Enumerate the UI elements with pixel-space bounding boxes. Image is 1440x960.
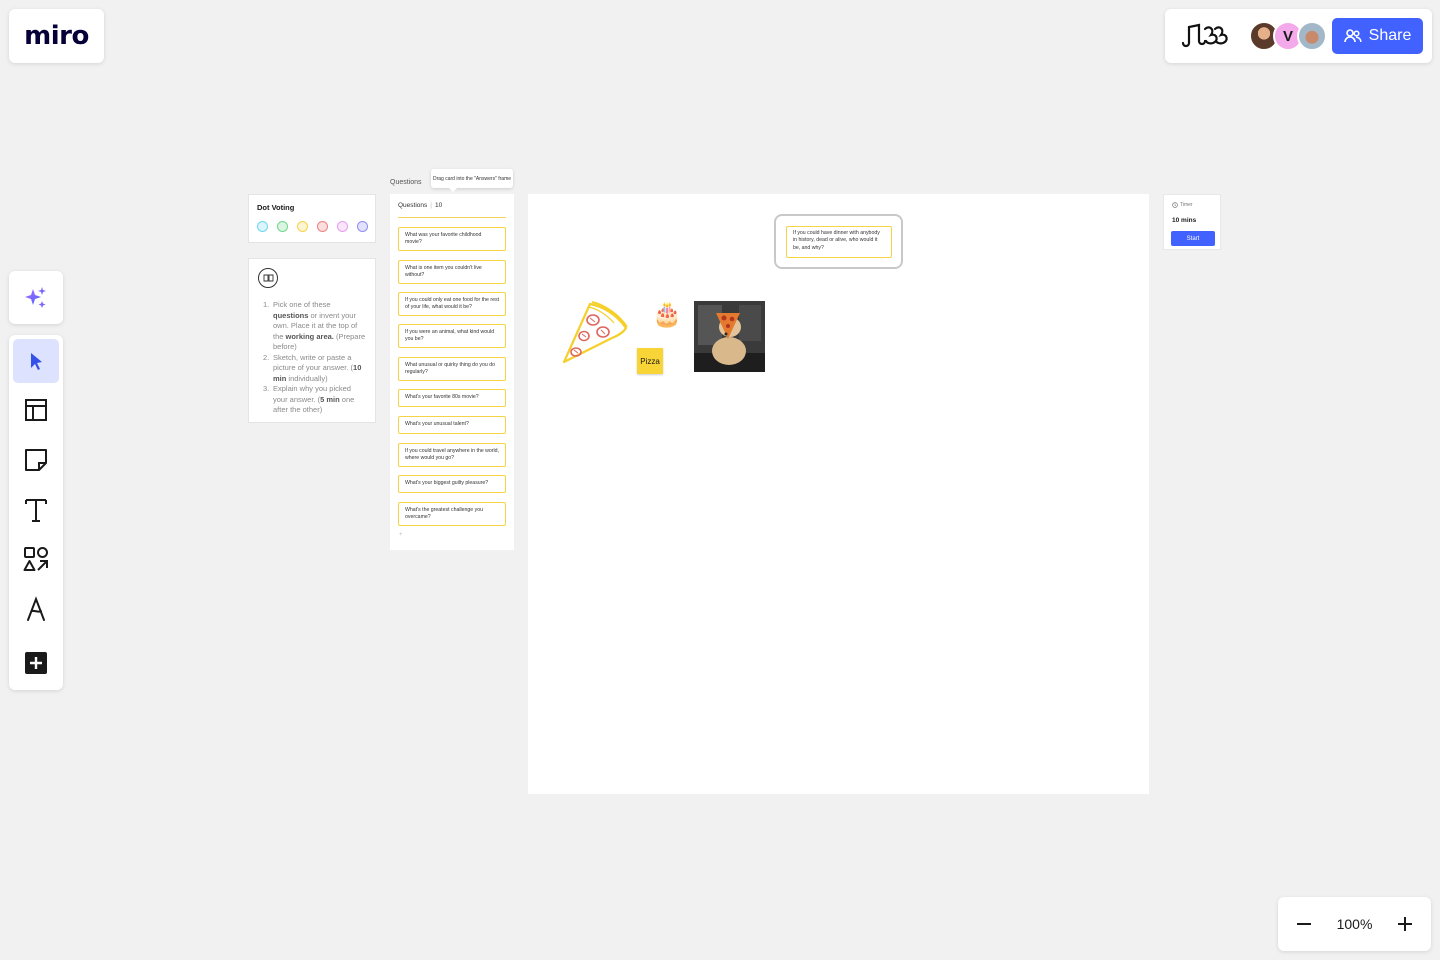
top-right-panel: V Share: [1165, 9, 1432, 63]
questions-frame: Questions | 10 What was your favorite chil…: [390, 194, 514, 550]
instruction-text: individually): [286, 373, 328, 383]
questions-count: 10: [434, 202, 443, 209]
frame-label[interactable]: Questions: [390, 179, 422, 186]
timer-label-text: Timer: [1180, 202, 1193, 208]
question-card-text: If you could travel anywhere in the worl…: [405, 447, 500, 461]
question-card-text: What was your favorite childhood movie?: [405, 231, 482, 245]
timer-value: 10 mins: [1172, 217, 1197, 224]
question-card[interactable]: If you could only eat one food for the r…: [398, 292, 506, 316]
left-toolbar: [9, 335, 63, 690]
pen-icon: [27, 596, 45, 621]
timer-label: Timer: [1172, 202, 1193, 208]
questions-header: Questions | 10: [398, 202, 443, 209]
answer-question-slot[interactable]: If you could have dinner with anybody in…: [774, 214, 903, 269]
instruction-emphasis: working area.: [285, 331, 334, 341]
question-card[interactable]: If you were an animal, what kind would y…: [398, 324, 506, 348]
templates-icon: [25, 399, 47, 421]
timer-start-button[interactable]: Start: [1171, 231, 1215, 246]
miro-logo[interactable]: miro: [9, 9, 104, 63]
clock-icon: [1172, 202, 1178, 208]
instruction-number: 2.: [263, 352, 270, 362]
instruction-text: Pick one of these: [273, 300, 331, 309]
dot-voting-card[interactable]: Dot Voting: [248, 194, 376, 243]
questions-header-title: Questions: [398, 202, 428, 209]
question-card-text: What unusual or quirky thing do you do r…: [405, 361, 495, 375]
question-card[interactable]: What is one item you couldn't live witho…: [398, 260, 506, 284]
minus-icon: [1297, 923, 1311, 925]
avatar[interactable]: [1297, 21, 1327, 51]
question-card[interactable]: What's your favorite 80s movie?: [398, 389, 506, 407]
select-tool[interactable]: [13, 339, 59, 383]
zoom-in-button[interactable]: [1393, 912, 1417, 936]
add-more-tool[interactable]: [13, 641, 59, 685]
dot-voting-title: Dot Voting: [257, 203, 295, 212]
question-card-text: What is one item you couldn't live witho…: [405, 264, 482, 278]
cake-emoji[interactable]: 🎂: [652, 301, 682, 329]
text-tool[interactable]: [13, 488, 59, 532]
sparkles-icon: [25, 286, 46, 308]
vote-dot[interactable]: [317, 221, 328, 232]
text-icon: [25, 499, 47, 522]
shapes-tool[interactable]: [13, 537, 59, 581]
question-card-text: If you were an animal, what kind would y…: [405, 328, 495, 342]
question-card[interactable]: What's your unusual talent?: [398, 416, 506, 434]
instruction-emphasis: questions: [273, 310, 309, 320]
add-card-button[interactable]: +: [399, 532, 403, 538]
ai-assist-button[interactable]: [9, 271, 63, 324]
instruction-number: 1.: [263, 300, 270, 309]
question-card-text: What's your unusual talent?: [405, 421, 469, 428]
pizza-sketch-image[interactable]: [560, 298, 630, 364]
question-card-text: If you could only eat one food for the r…: [405, 296, 500, 310]
zoom-out-button[interactable]: [1292, 912, 1316, 936]
question-card[interactable]: What's your biggest guilty pleasure?: [398, 475, 506, 493]
select-cursor-icon: [31, 353, 42, 370]
vote-dot[interactable]: [357, 221, 368, 232]
sticky-note[interactable]: Pizza: [637, 348, 663, 374]
board-scribble-icon[interactable]: [1179, 21, 1231, 51]
pen-tool[interactable]: [13, 587, 59, 631]
instruction-item: 2. Sketch, write or paste a picture of yo…: [263, 353, 367, 385]
shapes-icon: [23, 547, 48, 571]
sticky-note-icon: [25, 449, 47, 471]
timer-widget[interactable]: Timer 10 mins Start: [1163, 194, 1221, 250]
question-card[interactable]: What's the greatest challenge you overca…: [398, 502, 506, 526]
question-card-text: What's your favorite 80s movie?: [405, 394, 479, 401]
question-card[interactable]: If you could have dinner with anybody in…: [786, 226, 892, 258]
instructions-card[interactable]: 1. Pick one of these questions or invent …: [248, 258, 376, 423]
add-more-icon: [25, 652, 47, 674]
drag-tooltip: Drag card into the "Answers" frame: [431, 169, 513, 192]
dog-photo[interactable]: [694, 301, 765, 372]
instruction-item: 3. Explain why you picked your answer. (5…: [263, 384, 367, 416]
answers-frame[interactable]: If you could have dinner with anybody in…: [528, 194, 1149, 794]
header-divider: [398, 217, 506, 218]
zoom-level[interactable]: 100%: [1337, 916, 1373, 932]
question-card-text: What's your biggest guilty pleasure?: [405, 480, 489, 487]
users-icon: [1343, 29, 1362, 43]
sticky-note-tool[interactable]: [13, 438, 59, 482]
vote-dot[interactable]: [337, 221, 348, 232]
logo-text: miro: [24, 21, 89, 51]
instruction-text: Sketch, write or paste a picture of your…: [273, 352, 354, 373]
question-card[interactable]: What was your favorite childhood movie?: [398, 227, 506, 251]
instruction-item: 1. Pick one of these questions or invent …: [263, 300, 367, 353]
book-icon: [258, 268, 278, 288]
share-label: Share: [1368, 27, 1412, 44]
instruction-number: 3.: [263, 384, 270, 393]
vote-dot[interactable]: [277, 221, 288, 232]
plus-icon: [1398, 917, 1412, 931]
question-card[interactable]: What unusual or quirky thing do you do r…: [398, 357, 506, 381]
instructions-list: 1. Pick one of these questions or invent …: [263, 300, 367, 416]
question-card-text: What's the greatest challenge you overca…: [405, 506, 483, 520]
vote-dot[interactable]: [297, 221, 308, 232]
zoom-controls: 100%: [1278, 897, 1431, 951]
avatar-initial: V: [1282, 27, 1293, 45]
question-card[interactable]: If you could travel anywhere in the worl…: [398, 443, 506, 467]
instruction-emphasis: 5 min: [320, 394, 340, 404]
templates-tool[interactable]: [13, 388, 59, 432]
share-button[interactable]: Share: [1332, 18, 1423, 54]
vote-dot[interactable]: [257, 221, 268, 232]
